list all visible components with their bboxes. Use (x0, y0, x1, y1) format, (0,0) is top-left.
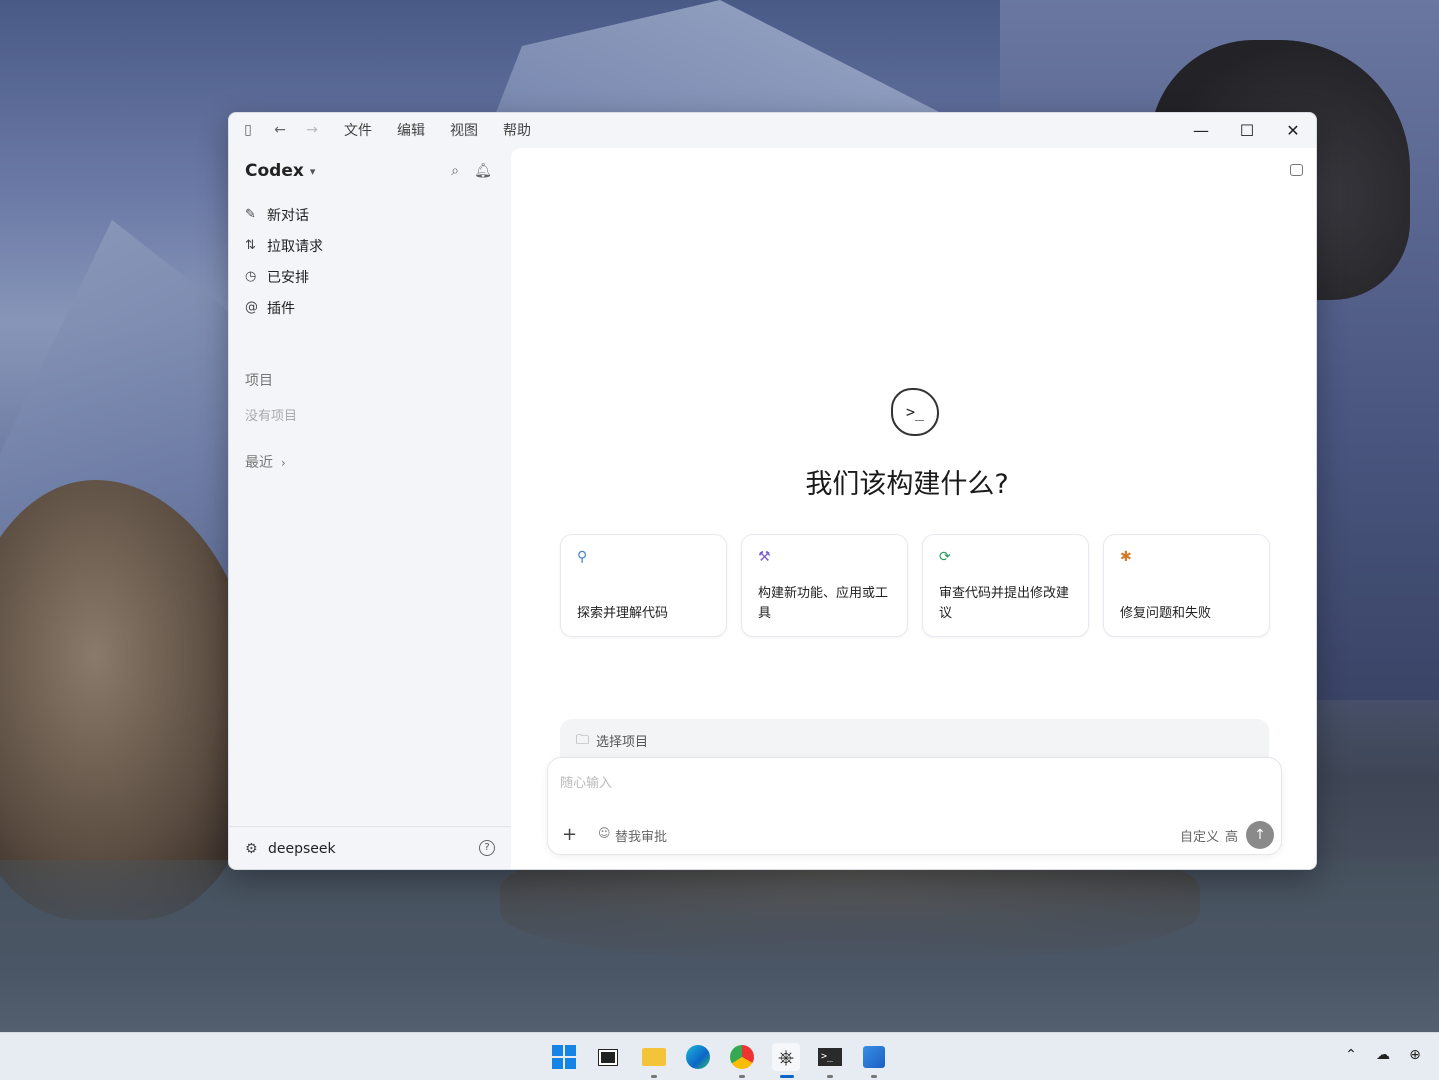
codex-logo-icon: >_ (891, 388, 939, 436)
recent-toggle[interactable]: 最近 › (245, 452, 286, 472)
reasoning-level-button[interactable]: 高 (1225, 826, 1238, 845)
suggestion-card-fix[interactable]: ✱ 修复问题和失败 (1103, 534, 1270, 637)
message-input[interactable]: 随心输入 (560, 772, 612, 791)
edit-icon: ✎ (245, 207, 256, 222)
sidebar-item-scheduled[interactable]: ◷ 已安排 (245, 261, 323, 292)
chevron-right-icon: › (281, 456, 286, 470)
main-panel: >_ 我们该构建什么? ⚲ 探索并理解代码 ⚒ 构建新功能、应用或工具 ⟳ 审查… (511, 148, 1316, 869)
chrome-icon[interactable] (728, 1043, 756, 1078)
refresh-icon: ⟳ (939, 549, 951, 565)
sidebar-toggle-icon[interactable]: ▯ (232, 113, 264, 147)
send-button[interactable]: ↑ (1246, 821, 1274, 849)
title-bar: ▯ ← → 文件 编辑 视图 帮助 — ☐ ✕ (229, 113, 1316, 147)
approval-mode-button[interactable]: 替我审批 (615, 826, 667, 845)
window-controls: — ☐ ✕ (1178, 113, 1316, 147)
sidebar-item-new-chat[interactable]: ✎ 新对话 (245, 199, 323, 230)
recent-label: 最近 (245, 455, 273, 471)
composer: 随心输入 + ☺ 替我审批 自定义 高 ↑ (547, 757, 1282, 855)
plus-icon[interactable]: + (562, 824, 577, 845)
sidebar: Codex ▾ ⌕ 🔔︎ ✎ 新对话 ⇅ 拉取请求 ◷ 已安排 @ 插件 项目 … (229, 147, 511, 869)
chevron-down-icon: ▾ (309, 164, 316, 178)
search-icon[interactable]: ⌕ (441, 163, 469, 179)
gear-icon[interactable]: ⚙ (245, 841, 268, 857)
menu-bar: 文件 编辑 视图 帮助 (344, 120, 556, 140)
bell-icon[interactable]: 🔔︎ (469, 163, 497, 179)
file-explorer-icon[interactable] (640, 1043, 668, 1078)
project-select-label: 选择项目 (596, 735, 649, 750)
account-name[interactable]: deepseek (268, 841, 336, 857)
suggestion-cards: ⚲ 探索并理解代码 ⚒ 构建新功能、应用或工具 ⟳ 审查代码并提出修改建议 ✱ … (560, 534, 1284, 637)
system-tray: ⌃ ☁ ⊕ (1335, 1047, 1431, 1063)
suggestion-label: 审查代码并提出修改建议 (939, 586, 1070, 621)
suggestion-card-review[interactable]: ⟳ 审查代码并提出修改建议 (922, 534, 1089, 637)
suggestion-card-build[interactable]: ⚒ 构建新功能、应用或工具 (741, 534, 908, 637)
brand-name: Codex (245, 161, 304, 181)
sidebar-item-plugins[interactable]: @ 插件 (245, 292, 323, 323)
taskbar: ⎈ >_ ⌃ ☁ ⊕ (0, 1032, 1439, 1080)
edge-icon[interactable] (684, 1043, 712, 1071)
network-icon[interactable]: ⊕ (1399, 1047, 1431, 1063)
telescope-icon: ⚲ (577, 549, 588, 565)
chatgpt-icon[interactable]: ⎈ (772, 1043, 800, 1078)
projects-heading: 项目 (245, 373, 273, 389)
pull-request-icon: ⇅ (245, 238, 256, 253)
terminal-icon[interactable]: >_ (816, 1043, 844, 1078)
menu-view[interactable]: 视图 (450, 120, 478, 140)
chevron-up-icon[interactable]: ⌃ (1335, 1047, 1367, 1063)
arrow-right-icon[interactable]: → (296, 113, 328, 147)
maximize-button[interactable]: ☐ (1224, 113, 1270, 147)
sidebar-nav: ✎ 新对话 ⇅ 拉取请求 ◷ 已安排 @ 插件 (245, 199, 323, 323)
arrow-left-icon[interactable]: ← (264, 113, 296, 147)
clock-icon: ◷ (245, 269, 257, 284)
menu-help[interactable]: 帮助 (503, 120, 531, 140)
suggestion-label: 修复问题和失败 (1120, 606, 1212, 621)
approval-icon: ☺ (598, 826, 611, 840)
help-icon[interactable]: ? (479, 840, 495, 856)
cloud-off-icon[interactable]: ☁ (1367, 1047, 1399, 1063)
sidebar-item-label: 插件 (267, 300, 295, 317)
folder-icon: 🗀︎ (576, 733, 590, 748)
photos-icon[interactable] (860, 1043, 888, 1078)
task-view-icon[interactable] (594, 1043, 622, 1071)
at-icon: @ (245, 300, 258, 315)
start-icon[interactable] (552, 1045, 576, 1069)
hammer-icon: ⚒ (758, 549, 771, 565)
menu-edit[interactable]: 编辑 (397, 120, 425, 140)
close-button[interactable]: ✕ (1270, 113, 1316, 147)
projects-empty-text: 没有项目 (245, 409, 298, 424)
sidebar-footer: ⚙ deepseek ? (229, 826, 511, 869)
menu-file[interactable]: 文件 (344, 120, 372, 140)
suggestion-label: 探索并理解代码 (577, 606, 669, 621)
workspace-switcher[interactable]: Codex ▾ (245, 161, 315, 181)
bug-icon: ✱ (1120, 549, 1132, 565)
suggestion-card-explore[interactable]: ⚲ 探索并理解代码 (560, 534, 727, 637)
panel-toggle-icon[interactable] (1290, 164, 1303, 176)
custom-mode-button[interactable]: 自定义 (1180, 826, 1219, 845)
suggestion-label: 构建新功能、应用或工具 (758, 586, 889, 621)
codex-window: ▯ ← → 文件 编辑 视图 帮助 — ☐ ✕ Codex ▾ ⌕ 🔔︎ ✎ 新… (228, 112, 1317, 870)
sidebar-item-pull-requests[interactable]: ⇅ 拉取请求 (245, 230, 323, 261)
page-title: 我们该构建什么? (805, 469, 1009, 500)
minimize-button[interactable]: — (1178, 113, 1224, 147)
sidebar-item-label: 已安排 (267, 269, 309, 286)
sidebar-item-label: 拉取请求 (267, 238, 323, 255)
sidebar-item-label: 新对话 (267, 207, 309, 224)
